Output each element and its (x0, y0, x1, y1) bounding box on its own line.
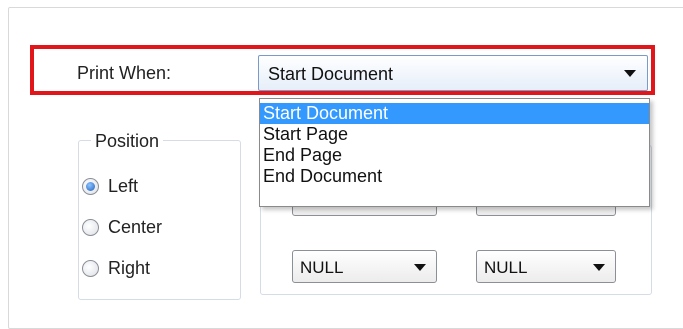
null-combo-left-value: NULL (300, 258, 344, 277)
radio-right[interactable]: Right (82, 258, 150, 279)
dropdown-option-end-page[interactable]: End Page (260, 145, 649, 166)
radio-center[interactable]: Center (82, 217, 162, 238)
radio-button-center[interactable] (82, 219, 99, 236)
highlight-box (30, 45, 655, 95)
dropdown-option-end-document[interactable]: End Document (260, 166, 649, 187)
radio-label-left: Left (108, 176, 139, 196)
null-combo-right-value: NULL (484, 258, 528, 277)
radio-label-center: Center (108, 217, 163, 237)
print-when-dropdown-list: Start Document Start Page End Page End D… (259, 98, 650, 207)
chevron-down-icon[interactable] (593, 264, 605, 271)
radio-button-right[interactable] (82, 260, 99, 277)
chevron-down-icon[interactable] (414, 264, 426, 271)
null-combo-left[interactable]: NULL (292, 250, 437, 283)
radio-button-left[interactable] (82, 178, 99, 195)
radio-label-right: Right (108, 258, 151, 278)
dropdown-option-start-document[interactable]: Start Document (260, 103, 649, 124)
position-group-title: Position (91, 131, 164, 152)
radio-left[interactable]: Left (82, 176, 138, 197)
dropdown-option-start-page[interactable]: Start Page (260, 124, 649, 145)
null-combo-right[interactable]: NULL (476, 250, 616, 283)
